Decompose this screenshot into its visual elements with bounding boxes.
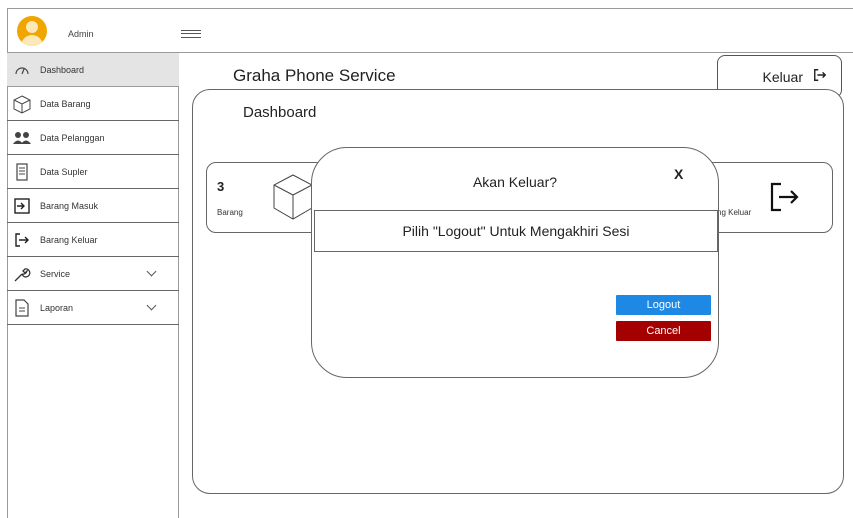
sign-out-icon — [813, 68, 827, 85]
cube-icon — [12, 94, 32, 114]
sign-in-icon — [12, 196, 32, 216]
logout-label: Keluar — [762, 68, 803, 85]
confirm-logout-button[interactable]: Logout — [616, 295, 711, 315]
top-bar — [7, 8, 853, 53]
sidebar-item-dashboard[interactable]: Dashboard — [7, 53, 179, 87]
modal-message: Pilih "Logout" Untuk Mengakhiri Sesi — [314, 210, 718, 252]
user-name: Admin — [68, 29, 94, 39]
sidebar-item-data-supler[interactable]: Data Supler — [7, 155, 179, 189]
sidebar-item-barang-keluar[interactable]: Barang Keluar — [7, 223, 179, 257]
section-title: Dashboard — [243, 104, 317, 121]
building-icon — [12, 162, 32, 182]
avatar-body — [21, 35, 43, 46]
sidebar-item-label: Dashboard — [40, 64, 85, 75]
sidebar-item-data-pelanggan[interactable]: Data Pelanggan — [7, 121, 179, 155]
sign-out-icon — [770, 182, 799, 212]
cube-icon — [273, 174, 313, 220]
wrench-icon — [12, 264, 32, 284]
sidebar-item-label: Data Supler — [40, 166, 88, 177]
logout-modal: Akan Keluar? X Pilih "Logout" Untuk Meng… — [311, 147, 719, 378]
sidebar-item-barang-masuk[interactable]: Barang Masuk — [7, 189, 179, 223]
sidebar-item-service[interactable]: Service — [7, 257, 179, 291]
modal-title: Akan Keluar? — [472, 174, 558, 190]
sidebar-item-label: Laporan — [40, 302, 74, 313]
sidebar-item-label: Barang Masuk — [40, 200, 99, 211]
sidebar-item-label: Data Pelanggan — [40, 132, 105, 143]
document-icon — [12, 298, 32, 318]
dashboard-icon — [12, 60, 32, 80]
stat-label: Barang — [217, 208, 243, 217]
sign-out-icon — [12, 230, 32, 250]
sidebar-item-data-barang[interactable]: Data Barang — [7, 87, 179, 121]
users-icon — [12, 128, 32, 148]
close-icon[interactable]: X — [674, 166, 683, 182]
avatar-head — [26, 21, 38, 33]
sidebar-item-label: Service — [40, 268, 71, 279]
avatar[interactable] — [17, 16, 47, 46]
sidebar-item-label: Data Barang — [40, 98, 91, 109]
chevron-down-icon[interactable] — [146, 300, 157, 311]
stat-label: ng Keluar — [717, 208, 752, 217]
cancel-button[interactable]: Cancel — [616, 321, 711, 341]
sidebar-item-label: Barang Keluar — [40, 234, 98, 245]
stat-value: 3 — [217, 179, 225, 194]
sidebar-item-laporan[interactable]: Laporan — [7, 291, 179, 325]
hamburger-menu-icon[interactable] — [181, 30, 201, 38]
app-title: Graha Phone Service — [233, 66, 396, 85]
sidebar: Dashboard Data Barang Data Pelanggan Dat… — [7, 53, 179, 518]
chevron-down-icon[interactable] — [146, 266, 157, 277]
